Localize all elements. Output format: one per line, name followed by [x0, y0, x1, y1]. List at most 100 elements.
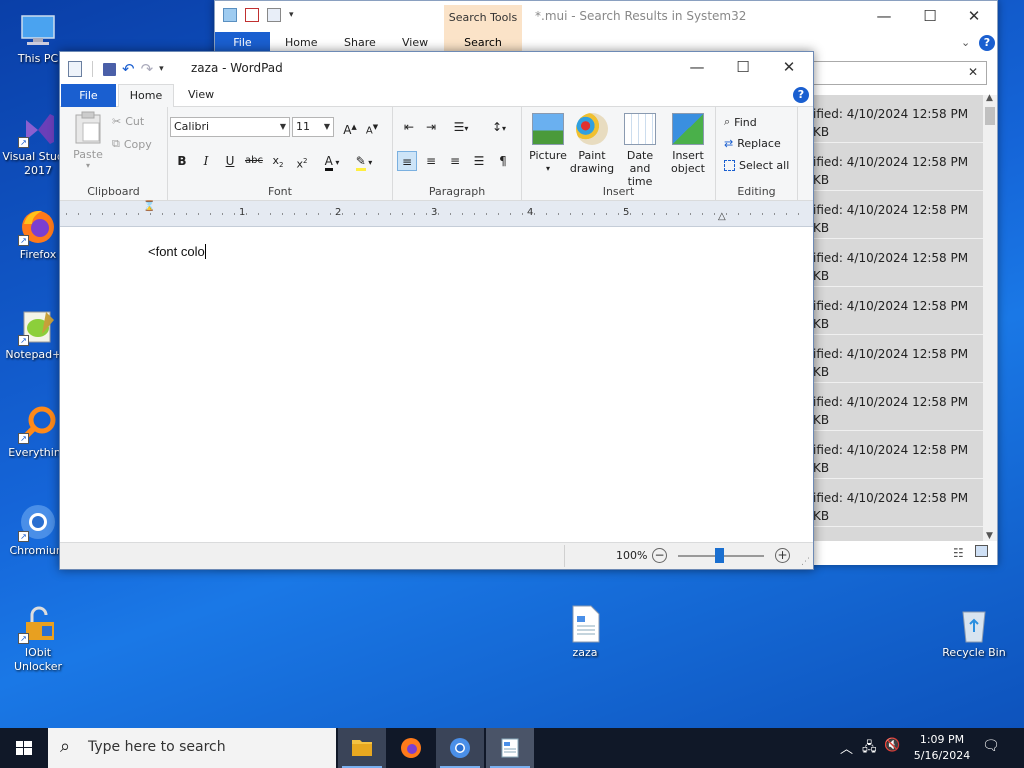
shrink-font-button[interactable]: A▼	[362, 117, 382, 137]
close-button[interactable]: ✕	[951, 1, 997, 31]
wordpad-tab-view[interactable]: View	[188, 88, 214, 101]
desktop-icon-recycle-bin[interactable]: Recycle Bin	[938, 604, 1010, 660]
ruler[interactable]: 1 2 3 4 5 ⌛ △	[60, 201, 813, 227]
align-right-button[interactable]: ≡	[445, 151, 465, 171]
document-area[interactable]: <font colo	[60, 228, 813, 544]
system-clock[interactable]: 1:09 PM 5/16/2024	[912, 732, 972, 764]
explorer-scrollbar[interactable]: ▲ ▼	[983, 93, 997, 541]
list-item[interactable]: ified: 4/10/2024 12:58 PM KB	[813, 191, 983, 239]
minimize-button[interactable]: —	[861, 1, 907, 31]
taskbar-wordpad[interactable]	[486, 728, 534, 768]
strikethrough-button[interactable]: abc	[244, 151, 264, 171]
font-family-select[interactable]: Calibri ▼	[170, 117, 290, 137]
replace-button[interactable]: ⇄ Replace	[724, 137, 781, 150]
grow-font-button[interactable]: A▲	[340, 117, 360, 137]
undo-icon[interactable]: ↶	[122, 60, 135, 78]
help-icon[interactable]: ?	[793, 87, 809, 103]
maximize-button[interactable]: ☐	[907, 1, 953, 31]
list-item[interactable]: ified: 4/10/2024 12:58 PM KB	[813, 335, 983, 383]
list-item[interactable]: ified: 4/10/2024 12:58 PM KB	[813, 239, 983, 287]
wordpad-tab-home[interactable]: Home	[118, 84, 174, 108]
paragraph-settings-button[interactable]: ¶	[493, 151, 513, 171]
scroll-down-icon[interactable]: ▼	[986, 531, 993, 541]
scrollbar-thumb[interactable]	[985, 107, 995, 125]
underline-button[interactable]: U	[220, 151, 240, 171]
picture-button[interactable]: Picture ▾	[524, 113, 572, 175]
explorer-tab-view[interactable]: View	[402, 36, 428, 49]
line-spacing-button[interactable]: ↕▾	[485, 117, 513, 137]
clipboard-icon	[75, 111, 101, 144]
italic-button[interactable]: I	[196, 151, 216, 171]
taskbar-chromium[interactable]	[436, 728, 484, 768]
redo-icon[interactable]: ↷	[141, 60, 154, 78]
list-item[interactable]: ified: 4/10/2024 12:58 PM KB	[813, 431, 983, 479]
text-color-button[interactable]: A ▾	[318, 151, 346, 171]
taskbar-file-explorer[interactable]	[338, 728, 386, 768]
paint-drawing-button[interactable]: Paint drawing	[568, 113, 616, 175]
maximize-button[interactable]: ☐	[720, 52, 766, 82]
save-icon[interactable]	[103, 62, 116, 76]
find-button[interactable]: ⌕ Find	[724, 115, 757, 129]
chevron-down-icon[interactable]: ⌄	[961, 36, 970, 49]
start-button[interactable]	[0, 728, 48, 768]
close-button[interactable]: ✕	[766, 52, 812, 82]
zoom-slider-thumb[interactable]	[715, 548, 724, 563]
list-item[interactable]: ified: 4/10/2024 12:58 PM KB	[813, 383, 983, 431]
taskbar-search-box[interactable]: ⌕ Type here to search	[48, 728, 336, 768]
clear-search-icon[interactable]: ✕	[968, 65, 978, 79]
desktop-icon-zaza[interactable]: zaza	[549, 604, 621, 660]
zoom-out-button[interactable]: −	[652, 548, 667, 563]
align-left-button[interactable]: ≡	[397, 151, 417, 171]
select-all-button[interactable]: Select all	[724, 159, 789, 172]
volume-muted-icon[interactable]: 🔇	[884, 738, 900, 753]
notifications-icon[interactable]: 🗨	[982, 738, 1000, 754]
wordpad-title-bar[interactable]: ↶ ↷ ▾ zaza - WordPad — ☐ ✕	[60, 52, 813, 84]
explorer-results-list[interactable]: ified: 4/10/2024 12:58 PM KB ified: 4/10/…	[813, 95, 983, 541]
folder-icon[interactable]	[223, 8, 237, 22]
explorer-tab-home[interactable]: Home	[285, 36, 317, 49]
customize-quick-access-icon[interactable]: ▾	[159, 64, 164, 74]
chevron-down-icon[interactable]: ▾	[289, 10, 294, 20]
insert-object-button[interactable]: Insert object	[664, 113, 712, 175]
subscript-button[interactable]: x2	[268, 151, 288, 171]
zoom-in-button[interactable]: +	[775, 548, 790, 563]
tray-overflow-icon[interactable]: ︿	[840, 738, 853, 757]
large-icons-view-icon[interactable]	[975, 545, 988, 557]
align-center-button[interactable]: ≡	[421, 151, 441, 171]
wordpad-app-icon[interactable]	[68, 61, 82, 77]
justify-button[interactable]: ☰	[469, 151, 489, 171]
explorer-tab-share[interactable]: Share	[344, 36, 376, 49]
help-icon[interactable]: ?	[979, 35, 995, 51]
resize-grip-icon[interactable]: ⋰	[801, 557, 810, 567]
network-icon[interactable]: 🖧	[862, 738, 877, 760]
details-view-icon[interactable]: ☷	[953, 546, 964, 560]
scroll-up-icon[interactable]: ▲	[986, 93, 993, 103]
taskbar-firefox[interactable]	[387, 728, 435, 768]
decrease-indent-button[interactable]: ⇤	[399, 117, 419, 137]
explorer-search-box[interactable]: ✕	[813, 61, 987, 85]
properties-icon[interactable]	[245, 8, 259, 22]
list-item[interactable]: ified: 4/10/2024 12:58 PM KB	[813, 479, 983, 527]
date-time-button[interactable]: Date and time	[616, 113, 664, 188]
minimize-button[interactable]: —	[674, 52, 720, 82]
copy-button[interactable]: ⧉ Copy	[112, 137, 152, 151]
superscript-button[interactable]: x2	[292, 151, 312, 171]
wordpad-window[interactable]: ↶ ↷ ▾ zaza - WordPad — ☐ ✕ File Home Vie…	[59, 51, 814, 570]
new-folder-icon[interactable]	[267, 8, 281, 22]
wordpad-tab-file[interactable]: File	[61, 84, 116, 107]
font-size-select[interactable]: 11 ▼	[292, 117, 334, 137]
bold-button[interactable]: B	[172, 151, 192, 171]
left-indent-marker[interactable]: ⌛	[143, 202, 155, 212]
bullets-button[interactable]: ☰▾	[447, 117, 475, 137]
list-item[interactable]: ified: 4/10/2024 12:58 PM KB	[813, 95, 983, 143]
list-item[interactable]: ified: 4/10/2024 12:58 PM KB	[813, 143, 983, 191]
explorer-title-bar[interactable]: ▾ Search Tools *.mui - Search Results in…	[215, 1, 997, 32]
desktop-icon-iobit-unlocker[interactable]: ↗ IObit Unlocker	[2, 604, 74, 674]
right-indent-marker[interactable]: △	[718, 211, 726, 222]
increase-indent-button[interactable]: ⇥	[421, 117, 441, 137]
highlight-button[interactable]: ✎ ▾	[350, 151, 378, 171]
cut-button[interactable]: ✂ Cut	[112, 115, 144, 128]
document-text[interactable]: <font colo	[148, 244, 206, 259]
paste-button[interactable]: Paste ▾	[70, 111, 106, 170]
list-item[interactable]: ified: 4/10/2024 12:58 PM KB	[813, 287, 983, 335]
